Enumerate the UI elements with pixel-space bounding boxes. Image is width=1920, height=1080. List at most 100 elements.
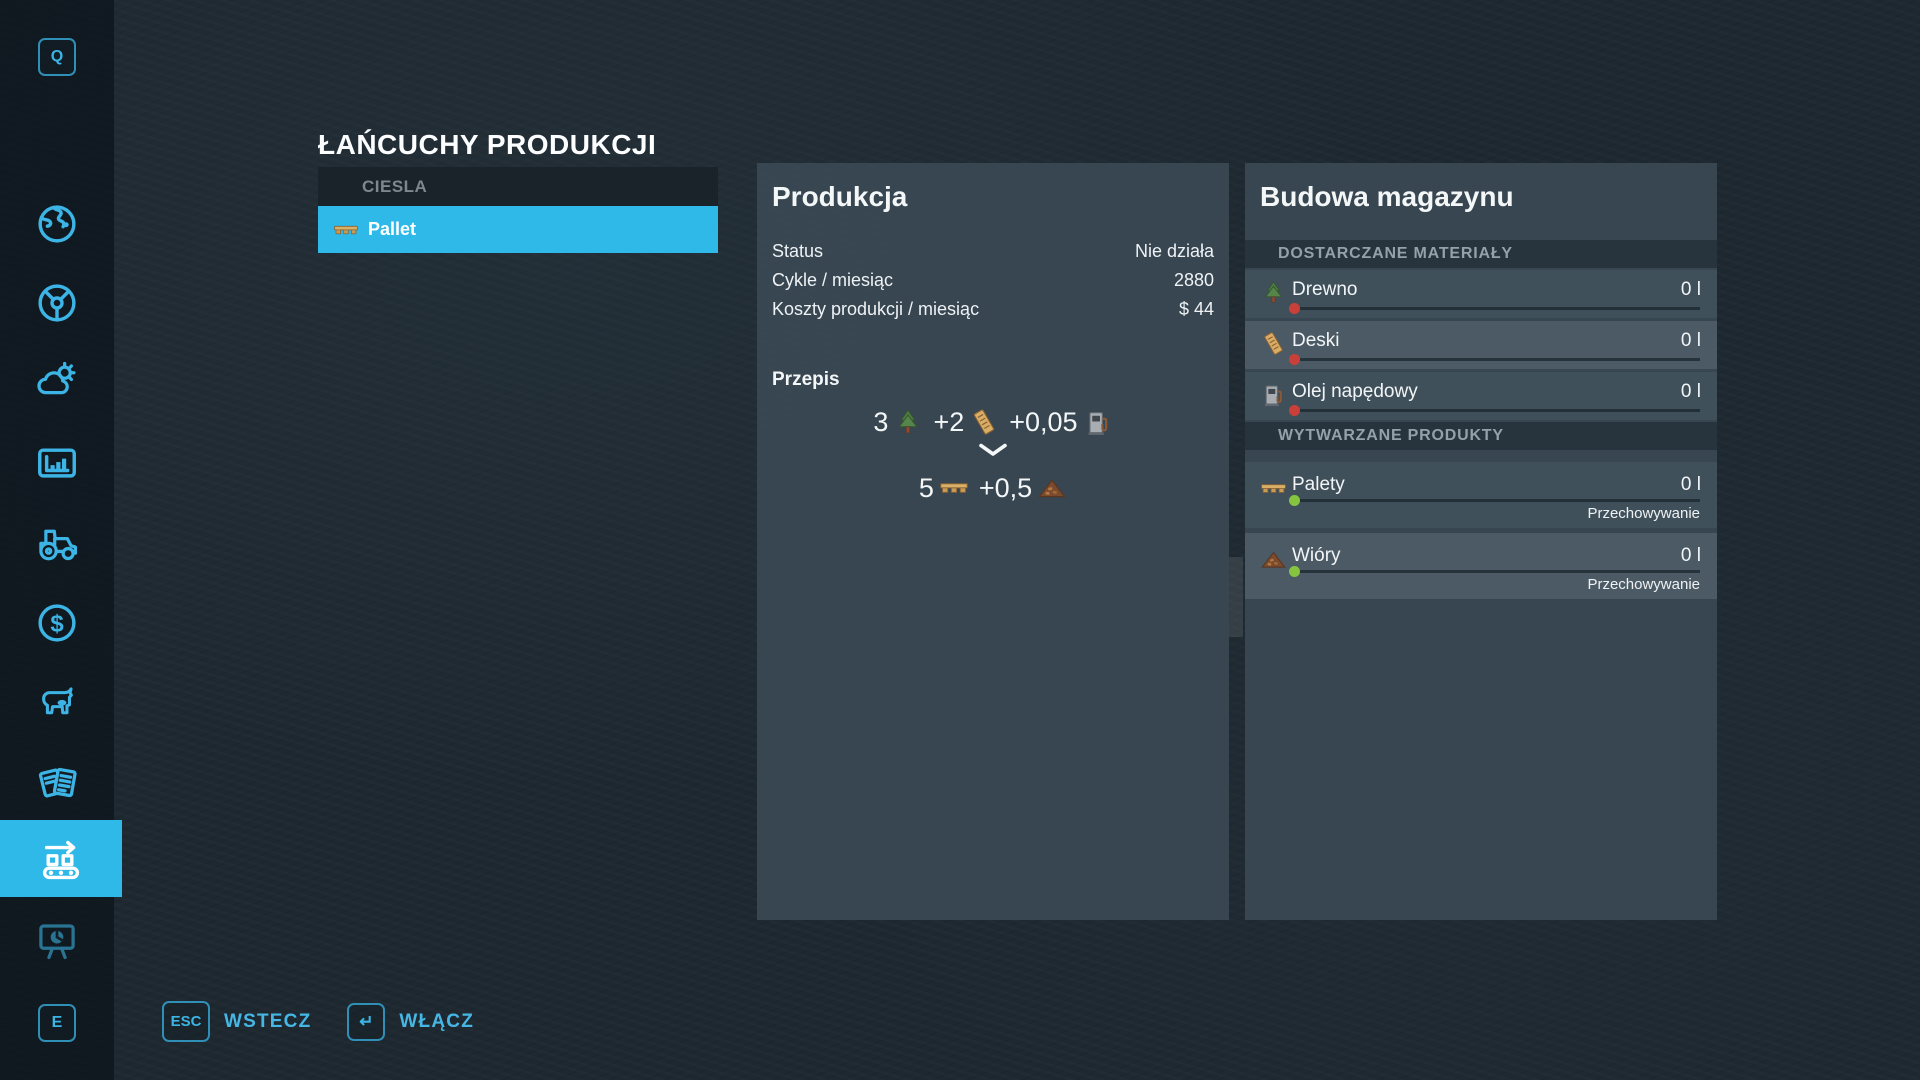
storage-row-label: Olej napędowy [1292,381,1418,403]
recipe-amount: 3 [873,407,888,438]
info-label: Status [772,241,823,262]
recipe-token: +0,05 [1009,407,1112,438]
storage-row-value: 0 l [1681,279,1701,301]
section-header-materials: DOSTARCZANE MATERIAŁY [1245,240,1717,268]
storage-row-label: Wióry [1292,545,1341,567]
storage-row-value: 0 l [1681,474,1701,496]
sidebar-item-statistics[interactable] [33,440,81,488]
info-label: Cykle / miesiąc [772,270,893,291]
woodchips-icon [1037,473,1067,503]
key-hint-e-label: E [52,1014,63,1032]
recipe-arrow [757,443,1229,457]
recipe-amount: 5 [919,473,934,504]
storage-row-wiory: Wióry 0 l Przechowywanie [1245,533,1717,599]
back-button-label: WSTECZ [224,1011,311,1033]
tree-icon [893,407,923,437]
info-row-costs: Koszty produkcji / miesiąc $ 44 [772,295,1214,324]
fill-level-bar [1292,499,1700,502]
production-panel: Produkcja Status Nie działa Cykle / mies… [757,163,1229,920]
chain-list: CIESLA Pallet [318,167,718,253]
contracts-icon [34,760,80,806]
globe-icon [34,201,80,247]
info-value: Nie działa [1135,241,1214,262]
svg-text:$: $ [50,610,63,637]
activate-button[interactable]: ↵ WŁĄCZ [347,1001,474,1042]
status-dot-green [1289,495,1300,506]
storage-row-label: Deski [1292,330,1340,352]
storage-row-drewno: Drewno 0 l [1245,270,1717,318]
recipe-inputs: 3 +2 +0,05 [757,403,1229,441]
weather-icon [34,357,80,403]
storage-panel-title: Budowa magazynu [1260,181,1514,213]
recipe-token: +0,5 [979,473,1067,504]
sidebar-item-map[interactable] [33,200,81,248]
tractor-icon [34,520,80,566]
chevron-down-icon [978,443,1008,457]
storage-row-palety: Palety 0 l Przechowywanie [1245,462,1717,528]
info-value: $ 44 [1179,299,1214,320]
sidebar-item-contracts[interactable] [33,759,81,807]
esc-key-icon: ESC [162,1001,210,1042]
production-chains-icon [37,835,85,883]
storage-row-value: 0 l [1681,330,1701,352]
storage-row-value: 0 l [1681,545,1701,567]
fill-level-bar [1292,358,1700,361]
pallet-icon [939,473,969,503]
tree-icon [1260,279,1287,306]
steering-wheel-icon [34,280,80,326]
sidebar-item-finances[interactable]: $ [33,599,81,647]
scrollbar-thumb[interactable] [1229,557,1243,637]
back-button[interactable]: ESC WSTECZ [162,1001,311,1042]
info-label: Koszty produkcji / miesiąc [772,299,979,320]
status-dot-red [1289,405,1300,416]
diesel-icon [1083,407,1113,437]
storage-panel: Budowa magazynu DOSTARCZANE MATERIAŁY Dr… [1245,163,1717,920]
sidebar-item-production-chains[interactable] [0,820,122,897]
footer-hints: ESC WSTECZ ↵ WŁĄCZ [162,1001,474,1042]
activate-button-label: WŁĄCZ [399,1011,474,1033]
fill-level-bar [1292,307,1700,310]
woodchips-icon [1260,546,1287,573]
chain-item-pallet[interactable]: Pallet [318,206,718,253]
storage-row-label: Palety [1292,474,1345,496]
fill-level-bar [1292,570,1700,573]
diesel-icon [1260,381,1287,408]
sidebar-item-vehicles[interactable] [33,279,81,327]
info-row-status: Status Nie działa [772,237,1214,266]
key-hint-e[interactable]: E [38,1004,76,1042]
page-title: ŁAŃCUCHY PRODUKCJI [318,129,656,161]
storage-row-olej-napedowy: Olej napędowy 0 l [1245,372,1717,420]
status-dot-red [1289,303,1300,314]
boards-icon [969,407,999,437]
finances-dollar-icon: $ [34,600,80,646]
animals-cow-icon [34,679,80,725]
production-panel-title: Produkcja [772,181,907,213]
sidebar-item-weather[interactable] [33,356,81,404]
recipe-amount: +0,05 [1009,407,1077,438]
sidebar-item-animals[interactable] [33,678,81,726]
chain-item-label: Pallet [368,219,416,240]
enter-key-icon: ↵ [347,1003,385,1041]
key-hint-q[interactable]: Q [38,38,76,76]
presentation-icon [34,918,80,964]
recipe-amount: +0,5 [979,473,1032,504]
section-header-products: WYTWARZANE PRODUKTY [1245,422,1717,450]
status-dot-green [1289,566,1300,577]
info-value: 2880 [1174,270,1214,291]
screen: Q [0,0,1920,1080]
recipe-token: +2 [933,407,999,438]
status-dot-red [1289,354,1300,365]
sidebar-item-garage[interactable] [33,519,81,567]
sidebar-item-presentation[interactable] [33,917,81,965]
chain-group-header: CIESLA [318,167,718,206]
recipe-outputs: 5 +0,5 [757,469,1229,507]
key-hint-q-label: Q [51,48,63,66]
recipe-amount: +2 [933,407,964,438]
pallet-icon [1260,475,1287,502]
storage-row-note: Przechowywanie [1587,505,1700,522]
sidebar: Q [0,0,114,1080]
recipe-heading: Przepis [772,369,840,391]
recipe-token: 3 [873,407,923,438]
storage-row-label: Drewno [1292,279,1357,301]
production-info: Status Nie działa Cykle / miesiąc 2880 K… [772,237,1214,324]
